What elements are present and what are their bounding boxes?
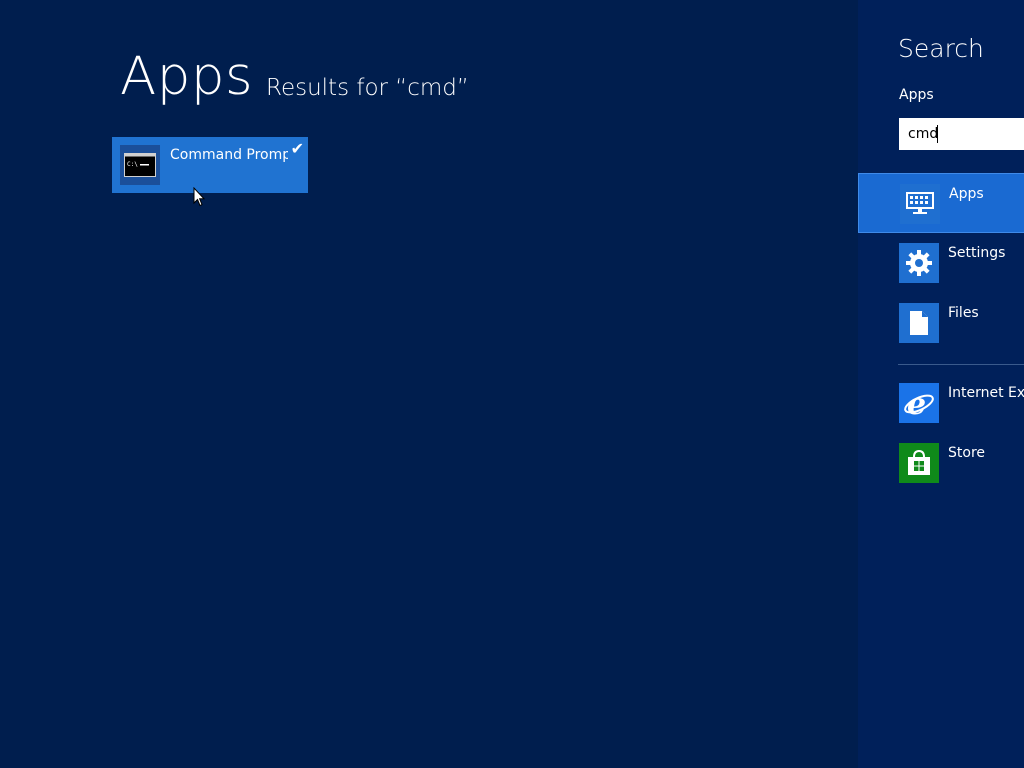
app-label: Internet Explorer (948, 385, 1024, 401)
category-settings[interactable]: Settings (858, 233, 1024, 293)
store-bag-icon (899, 443, 939, 483)
gear-icon (899, 243, 939, 283)
checkmark-icon: ✔ (290, 139, 304, 158)
result-tile-label: Command Prompt (170, 147, 288, 163)
app-store[interactable]: Store (858, 433, 1024, 493)
search-charm: Search Apps Apps (858, 0, 1024, 768)
page-title: Apps (120, 46, 254, 107)
search-charm-title: Search (898, 34, 984, 63)
results-subtitle: Results for “cmd” (266, 75, 469, 101)
file-icon (899, 303, 939, 343)
category-label: Apps (949, 186, 984, 202)
start-screen: Apps Results for “cmd” C:\ Command Promp… (0, 0, 1024, 768)
mouse-cursor-icon (193, 187, 205, 207)
category-label: Settings (948, 245, 1006, 261)
app-internet-explorer[interactable]: e Internet Explorer (858, 373, 1024, 433)
text-caret (937, 125, 938, 143)
app-label: Store (948, 445, 986, 461)
apps-keyboard-icon (900, 184, 940, 224)
category-apps[interactable]: Apps (858, 173, 1024, 233)
internet-explorer-icon: e (899, 383, 939, 423)
category-files[interactable]: Files (858, 293, 1024, 353)
divider (898, 364, 1024, 365)
search-scope-label: Apps (899, 87, 934, 103)
result-tile-command-prompt[interactable]: C:\ Command Prompt ✔ (112, 137, 308, 193)
command-prompt-icon: C:\ (120, 145, 160, 185)
category-label: Files (948, 305, 979, 321)
svg-text:C:\: C:\ (127, 161, 138, 168)
search-input[interactable] (899, 118, 1024, 150)
search-results-pane: Apps Results for “cmd” C:\ Command Promp… (0, 0, 858, 768)
